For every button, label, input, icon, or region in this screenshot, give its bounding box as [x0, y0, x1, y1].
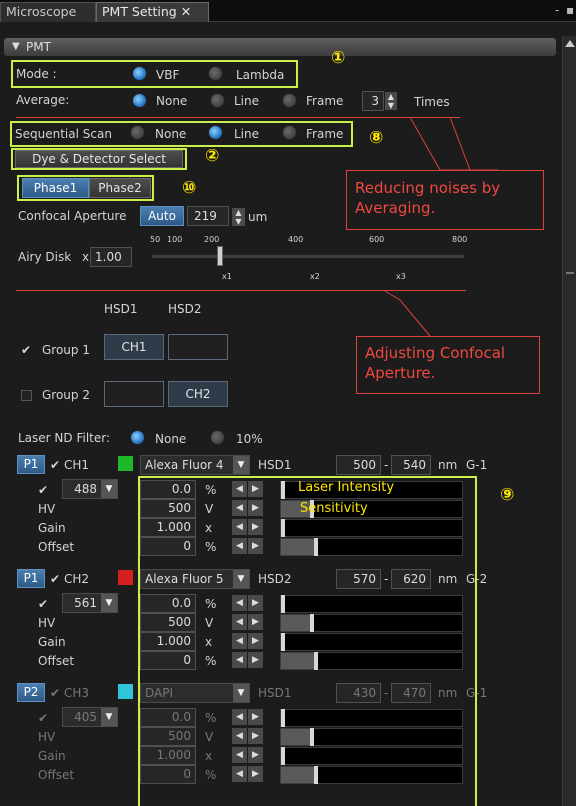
airy-disk-label: Airy Disk	[18, 250, 72, 264]
channel-color-swatch[interactable]	[118, 456, 133, 471]
laser-wavelength: 488	[74, 482, 97, 496]
group1-hsd1-slot[interactable]: CH1	[104, 334, 164, 360]
group2-label: Group 2	[42, 388, 90, 402]
airy-disk-prefix: x	[82, 250, 90, 264]
channel-dye: Alexa Fluor 4	[145, 458, 224, 472]
annotation-text-averaging: Reducing noises by Averaging.	[355, 179, 501, 217]
group1-checkbox[interactable]: ✔	[21, 342, 31, 358]
channel-dye-select[interactable]: Alexa Fluor 4 ▼	[140, 455, 250, 475]
detector-header-hsd2: HSD2	[168, 302, 202, 316]
channel-detector: HSD1	[258, 458, 292, 472]
laser-checkbox[interactable]: ✔	[38, 710, 48, 726]
aperture-scale-tick: 50	[150, 235, 161, 244]
channel-row-label: HV	[38, 616, 56, 630]
channel-phase-button[interactable]: P1	[17, 569, 45, 588]
laser-wavelength-select[interactable]: 488 ▼	[62, 479, 118, 499]
aperture-scale-tick: 800	[452, 235, 468, 244]
laser-wavelength-select[interactable]: 405 ▼	[62, 707, 118, 727]
channel-wavelength-to: 540	[403, 458, 426, 472]
stepper-down-icon[interactable]: ▼	[235, 217, 241, 226]
stepper-up-icon[interactable]: ▲	[235, 208, 241, 217]
channel-phase-button[interactable]: P1	[17, 455, 45, 474]
channel-color-swatch[interactable]	[118, 570, 133, 585]
channel-wavelength-from: 500	[353, 458, 376, 472]
range-dash: -	[384, 458, 389, 472]
phase2-button[interactable]: Phase2	[89, 178, 151, 198]
channel-row-label: Gain	[38, 749, 66, 763]
aperture-auto-button[interactable]: Auto	[140, 206, 184, 226]
group2-hsd1-slot[interactable]	[104, 381, 164, 407]
annotation-text-aperture: Adjusting Confocal Aperture.	[365, 344, 506, 382]
channel-name: CH2	[64, 572, 90, 586]
annotation-line-aperture	[16, 290, 466, 291]
aperture-stepper[interactable]: ▲ ▼	[232, 208, 245, 226]
callout-number-10: ⑩	[182, 178, 197, 198]
chevron-down-icon[interactable]: ▼	[101, 594, 117, 612]
laser-wavelength: 561	[74, 596, 97, 610]
group2-checkbox[interactable]	[21, 390, 32, 401]
leader-averaging	[409, 116, 498, 171]
channel-row-label: HV	[38, 730, 56, 744]
aperture-slider-track[interactable]	[152, 254, 464, 258]
laser-checkbox[interactable]: ✔	[38, 482, 48, 498]
laser-checkbox[interactable]: ✔	[38, 596, 48, 612]
confocal-aperture-label: Confocal Aperture	[18, 209, 127, 223]
channel-row-label: Gain	[38, 521, 66, 535]
group1-label: Group 1	[42, 343, 90, 357]
airy-scale-tick: x1	[222, 272, 232, 281]
aperture-value-input[interactable]: 219	[187, 206, 229, 226]
phase1-button[interactable]: Phase1	[22, 178, 89, 198]
laser-wavelength: 405	[74, 710, 97, 724]
callout-number-9: ⑨	[500, 485, 515, 505]
group1-hsd2-slot[interactable]	[168, 334, 228, 360]
channel-wavelength-from-input[interactable]: 500	[336, 455, 381, 475]
channel-row-label: Offset	[38, 768, 75, 782]
aperture-unit: um	[248, 210, 268, 224]
leader-averaging-2	[449, 116, 471, 171]
laser-wavelength-select[interactable]: 561 ▼	[62, 593, 118, 613]
aperture-scale-tick: 100	[167, 235, 183, 244]
channel-wavelength-to-input[interactable]: 540	[391, 455, 431, 475]
channel-row-label: Offset	[38, 540, 75, 554]
channel-row-label: Gain	[38, 635, 66, 649]
channel-name: CH3	[64, 686, 90, 700]
annotation-sensitivity: Sensitivity	[300, 501, 368, 516]
channel-gain-id: G-1	[466, 458, 488, 472]
callout-box-laser-sensitivity	[138, 476, 477, 806]
channel-checkbox[interactable]: ✔	[50, 685, 60, 701]
chevron-down-icon[interactable]: ▼	[101, 480, 117, 498]
aperture-scale-tick: 400	[288, 235, 304, 244]
laser-nd-10-radio[interactable]	[210, 430, 225, 445]
detector-header-hsd1: HSD1	[104, 302, 138, 316]
airy-scale-tick: x2	[310, 272, 320, 281]
laser-nd-none-radio[interactable]	[130, 430, 145, 445]
aperture-value: 219	[194, 209, 217, 223]
annotation-laser-intensity: Laser Intensity	[298, 480, 395, 495]
channel-checkbox[interactable]: ✔	[50, 457, 60, 473]
channel-name: CH1	[64, 458, 90, 472]
leader-aperture	[384, 290, 431, 337]
laser-nd-label: Laser ND Filter:	[18, 431, 111, 445]
chevron-down-icon[interactable]: ▼	[101, 708, 117, 726]
aperture-scale-tick: 600	[369, 235, 385, 244]
annotation-box-averaging: Reducing noises by Averaging.	[346, 170, 544, 230]
channel-color-swatch[interactable]	[118, 684, 133, 699]
laser-nd-10-label: 10%	[236, 432, 263, 446]
airy-scale-tick: x3	[396, 272, 406, 281]
laser-nd-none-label: None	[155, 432, 187, 446]
group2-hsd2-slot[interactable]: CH2	[168, 381, 228, 407]
airy-disk-input[interactable]: 1.00	[90, 247, 132, 267]
channel-row-label: Offset	[38, 654, 75, 668]
annotation-box-aperture: Adjusting Confocal Aperture.	[356, 336, 540, 394]
channel-phase-button[interactable]: P2	[17, 683, 45, 702]
channel-row-label: HV	[38, 502, 56, 516]
aperture-slider-knob[interactable]	[216, 246, 223, 266]
channel-checkbox[interactable]: ✔	[50, 571, 60, 587]
airy-disk-value: 1.00	[95, 250, 122, 264]
channel-wavelength-unit: nm	[438, 458, 458, 472]
chevron-down-icon[interactable]: ▼	[233, 456, 249, 474]
